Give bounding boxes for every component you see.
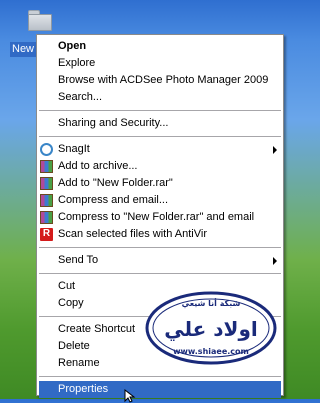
menu-item-label: Compress and email... [58, 194, 169, 206]
menu-separator [39, 110, 281, 111]
winrar-icon [40, 211, 53, 224]
menu-item-label: Send To [58, 254, 99, 266]
menu-item-open[interactable]: Open [37, 38, 283, 55]
winrar-icon [40, 160, 53, 173]
watermark-main-text: اولاد علي [164, 317, 257, 342]
menu-item-sharing[interactable]: Sharing and Security... [37, 115, 283, 132]
winrar-icon [40, 194, 53, 207]
menu-item-label: Copy [58, 297, 84, 309]
menu-item-explore[interactable]: Explore [37, 55, 283, 72]
menu-separator [39, 376, 281, 377]
menu-item-label: Properties [58, 383, 109, 395]
watermark-top-text: شبكة أنا شيعي [182, 298, 241, 308]
menu-item-label: Add to archive... [58, 160, 138, 172]
menu-item-label: Create Shortcut [58, 323, 136, 335]
menu-item-send-to[interactable]: Send To [37, 252, 283, 269]
menu-item-label: Sharing and Security... [58, 117, 169, 129]
menu-item-compress-rar-email[interactable]: Compress to "New Folder.rar" and email [37, 209, 283, 226]
menu-item-label: Rename [58, 357, 100, 369]
menu-item-acdsee[interactable]: Browse with ACDSee Photo Manager 2009 [37, 72, 283, 89]
menu-item-label: Delete [58, 340, 90, 352]
watermark-logo: شبكة أنا شيعي اولاد علي www.shiaee.com [145, 291, 277, 365]
mouse-pointer-icon [124, 389, 136, 403]
submenu-arrow-icon [273, 146, 277, 154]
menu-item-search[interactable]: Search... [37, 89, 283, 106]
menu-item-label: Add to "New Folder.rar" [58, 177, 173, 189]
menu-item-snagit[interactable]: SnagIt [37, 141, 283, 158]
menu-item-add-to-rar[interactable]: Add to "New Folder.rar" [37, 175, 283, 192]
menu-item-label: Open [58, 40, 87, 52]
menu-item-antivir-scan[interactable]: R Scan selected files with AntiVir [37, 226, 283, 243]
menu-separator [39, 136, 281, 137]
menu-item-label: Explore [58, 57, 96, 69]
menu-item-label: Browse with ACDSee Photo Manager 2009 [58, 74, 269, 86]
menu-item-properties[interactable]: Properties [39, 381, 281, 398]
menu-item-add-to-archive[interactable]: Add to archive... [37, 158, 283, 175]
menu-item-label: Cut [58, 280, 76, 292]
winrar-icon [40, 177, 53, 190]
menu-item-compress-email[interactable]: Compress and email... [37, 192, 283, 209]
menu-item-label: Search... [58, 91, 103, 103]
menu-separator [39, 273, 281, 274]
menu-item-label: Compress to "New Folder.rar" and email [58, 211, 255, 223]
watermark-url-text: www.shiaee.com [173, 347, 249, 356]
menu-item-label: SnagIt [58, 143, 90, 155]
antivir-icon: R [40, 228, 53, 241]
snagit-icon [40, 143, 53, 156]
folder-icon[interactable] [28, 10, 52, 31]
menu-item-label: Scan selected files with AntiVir [58, 228, 207, 240]
menu-separator [39, 247, 281, 248]
submenu-arrow-icon [273, 257, 277, 265]
